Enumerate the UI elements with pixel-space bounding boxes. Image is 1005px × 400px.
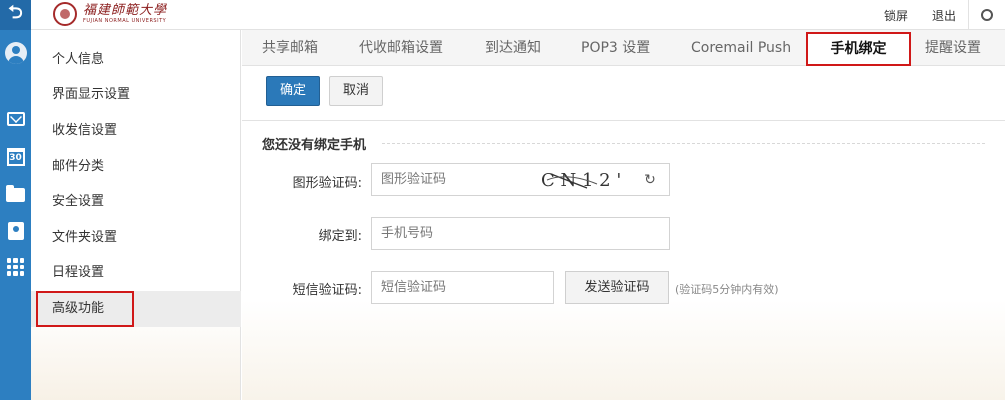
back-arrow-icon[interactable]: ⮌ (0, 0, 31, 30)
phone-label: 绑定到: (318, 229, 362, 244)
sidebar-item-advanced[interactable]: 高级功能 (31, 291, 241, 327)
apps-grid-icon[interactable] (0, 256, 31, 278)
sidebar-item-send-receive[interactable]: 收发信设置 (31, 113, 241, 149)
university-logo[interactable]: 福建師範大學 FUJIAN NORMAL UNIVERSITY (53, 2, 167, 26)
cancel-button[interactable]: 取消 (329, 76, 383, 106)
app-rail: ⮌ 30 (0, 0, 31, 400)
sidebar-item-security[interactable]: 安全设置 (31, 184, 241, 220)
top-header: 福建師範大學 FUJIAN NORMAL UNIVERSITY 锁屏 退出 (31, 0, 1005, 30)
sms-code-label: 短信验证码: (292, 283, 362, 298)
folder-icon[interactable] (0, 184, 31, 206)
calendar-day: 30 (6, 148, 25, 166)
captcha-label: 图形验证码: (292, 176, 362, 191)
sms-code-input[interactable] (371, 271, 554, 304)
confirm-button[interactable]: 确定 (266, 76, 320, 106)
logo-name-en: FUJIAN NORMAL UNIVERSITY (83, 18, 167, 24)
settings-tabs: 共享邮箱 代收邮箱设置 到达通知 POP3 设置 Coremail Push 手… (242, 30, 1005, 66)
highlight-box (36, 291, 134, 327)
sms-code-hint: (验证码5分钟内有效) (675, 283, 779, 296)
search-icon[interactable] (969, 0, 1005, 30)
sidebar-item-mail-category[interactable]: 邮件分类 (31, 149, 241, 185)
calendar-icon[interactable]: 30 (0, 146, 31, 168)
tab-arrival-notice[interactable]: 到达通知 (485, 30, 541, 66)
tab-pop3[interactable]: POP3 设置 (581, 30, 650, 66)
section-title: 您还没有绑定手机 (262, 138, 367, 153)
phone-binding-panel: 确定 取消 您还没有绑定手机 图形验证码: C N 1 2 ' ↻ 绑定到: 短… (242, 67, 1005, 400)
captcha-image[interactable]: C N 1 2 ' (535, 164, 631, 195)
lock-screen-link[interactable]: 锁屏 (872, 7, 920, 24)
sidebar-item-schedule[interactable]: 日程设置 (31, 255, 241, 291)
mail-icon[interactable] (0, 108, 31, 130)
tab-phone-binding[interactable]: 手机绑定 (806, 32, 911, 66)
logout-link[interactable]: 退出 (920, 7, 968, 24)
tab-reminder[interactable]: 提醒设置 (925, 30, 981, 66)
contacts-icon[interactable] (0, 220, 31, 242)
sidebar-item-personal-info[interactable]: 个人信息 (31, 42, 241, 78)
refresh-captcha-icon[interactable]: ↻ (640, 168, 660, 192)
sidebar-item-display[interactable]: 界面显示设置 (31, 77, 241, 113)
tab-coremail-push[interactable]: Coremail Push (691, 30, 791, 66)
phone-number-input[interactable] (371, 217, 670, 250)
send-code-button[interactable]: 发送验证码 (565, 271, 669, 304)
avatar-icon[interactable] (0, 36, 31, 70)
tab-mail-collect[interactable]: 代收邮箱设置 (359, 30, 443, 66)
logo-name-cn: 福建師範大學 (83, 3, 168, 18)
section-divider (382, 143, 985, 144)
seal-icon (53, 2, 77, 26)
settings-menu: 个人信息 界面显示设置 收发信设置 邮件分类 安全设置 文件夹设置 日程设置 高… (31, 30, 241, 400)
toolbar-divider (242, 120, 1005, 121)
sidebar-item-folders[interactable]: 文件夹设置 (31, 220, 241, 256)
tab-shared-mailbox[interactable]: 共享邮箱 (262, 30, 318, 66)
captcha-text: C N 1 2 ' (541, 170, 621, 191)
